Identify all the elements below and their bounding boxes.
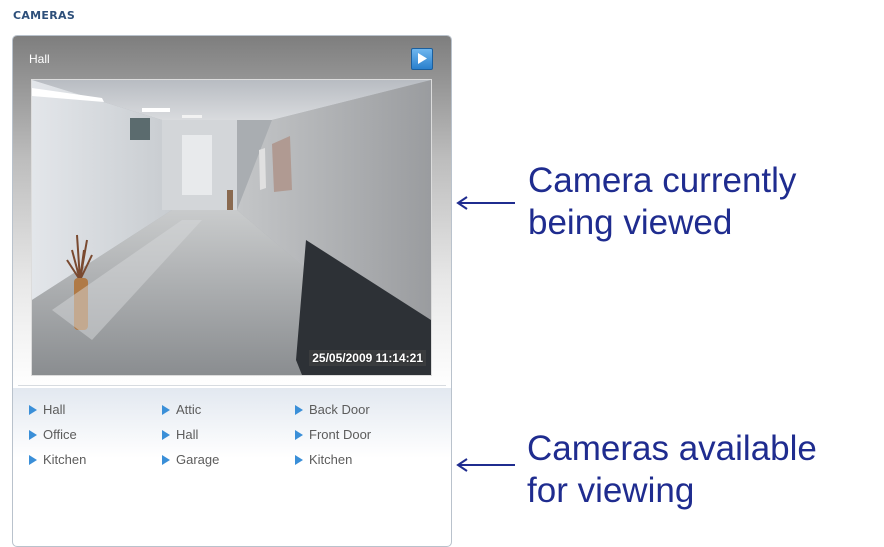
section-title: CAMERAS xyxy=(13,9,76,22)
annotation-line: Camera currently xyxy=(528,161,797,200)
annotation-available-cameras: Cameras available for viewing xyxy=(527,428,817,512)
annotation-line: being viewed xyxy=(528,203,733,242)
camera-link-label: Hall xyxy=(176,427,199,442)
camera-link-attic[interactable]: Attic xyxy=(162,402,201,417)
camera-timestamp: 25/05/2009 11:14:21 xyxy=(309,350,426,366)
camera-link-kitchen-2[interactable]: Kitchen xyxy=(295,452,352,467)
current-camera-name: Hall xyxy=(29,52,50,66)
camera-link-label: Attic xyxy=(176,402,202,417)
play-icon xyxy=(418,53,427,64)
annotation-line: Cameras available xyxy=(527,429,817,468)
play-arrow-icon xyxy=(162,404,170,415)
camera-link-back-door[interactable]: Back Door xyxy=(295,402,370,417)
play-arrow-icon xyxy=(29,404,37,415)
play-arrow-icon xyxy=(162,454,170,465)
camera-link-garage[interactable]: Garage xyxy=(162,452,219,467)
play-button[interactable] xyxy=(411,48,433,70)
play-arrow-icon xyxy=(295,404,303,415)
camera-link-label: Kitchen xyxy=(309,452,353,467)
annotation-current-camera: Camera currently being viewed xyxy=(528,160,796,244)
camera-link-label: Garage xyxy=(176,452,220,467)
play-arrow-icon xyxy=(162,429,170,440)
hallway-image xyxy=(32,80,431,375)
camera-link-front-door[interactable]: Front Door xyxy=(295,427,371,442)
camera-viewer: Hall 25/05/2009 11:14:21 xyxy=(13,36,451,388)
camera-link-label: Office xyxy=(43,427,77,442)
camera-link-kitchen[interactable]: Kitchen xyxy=(29,452,86,467)
camera-link-label: Kitchen xyxy=(43,452,87,467)
camera-link-label: Hall xyxy=(43,402,66,417)
play-arrow-icon xyxy=(295,454,303,465)
play-arrow-icon xyxy=(295,429,303,440)
camera-link-office[interactable]: Office xyxy=(29,427,77,442)
play-arrow-icon xyxy=(29,454,37,465)
camera-link-hall[interactable]: Hall xyxy=(29,402,65,417)
camera-list-background xyxy=(13,388,451,458)
left-arrow-icon xyxy=(456,196,515,210)
annotation-line: for viewing xyxy=(527,471,695,510)
divider xyxy=(18,385,446,386)
camera-link-label: Back Door xyxy=(309,402,370,417)
left-arrow-icon xyxy=(456,458,515,472)
camera-link-label: Front Door xyxy=(309,427,372,442)
camera-link-hall-2[interactable]: Hall xyxy=(162,427,198,442)
cameras-panel: Hall 25/05/2009 11:14:21 Hall Attic Back… xyxy=(12,35,452,547)
camera-feed[interactable]: 25/05/2009 11:14:21 xyxy=(31,79,432,376)
play-arrow-icon xyxy=(29,429,37,440)
